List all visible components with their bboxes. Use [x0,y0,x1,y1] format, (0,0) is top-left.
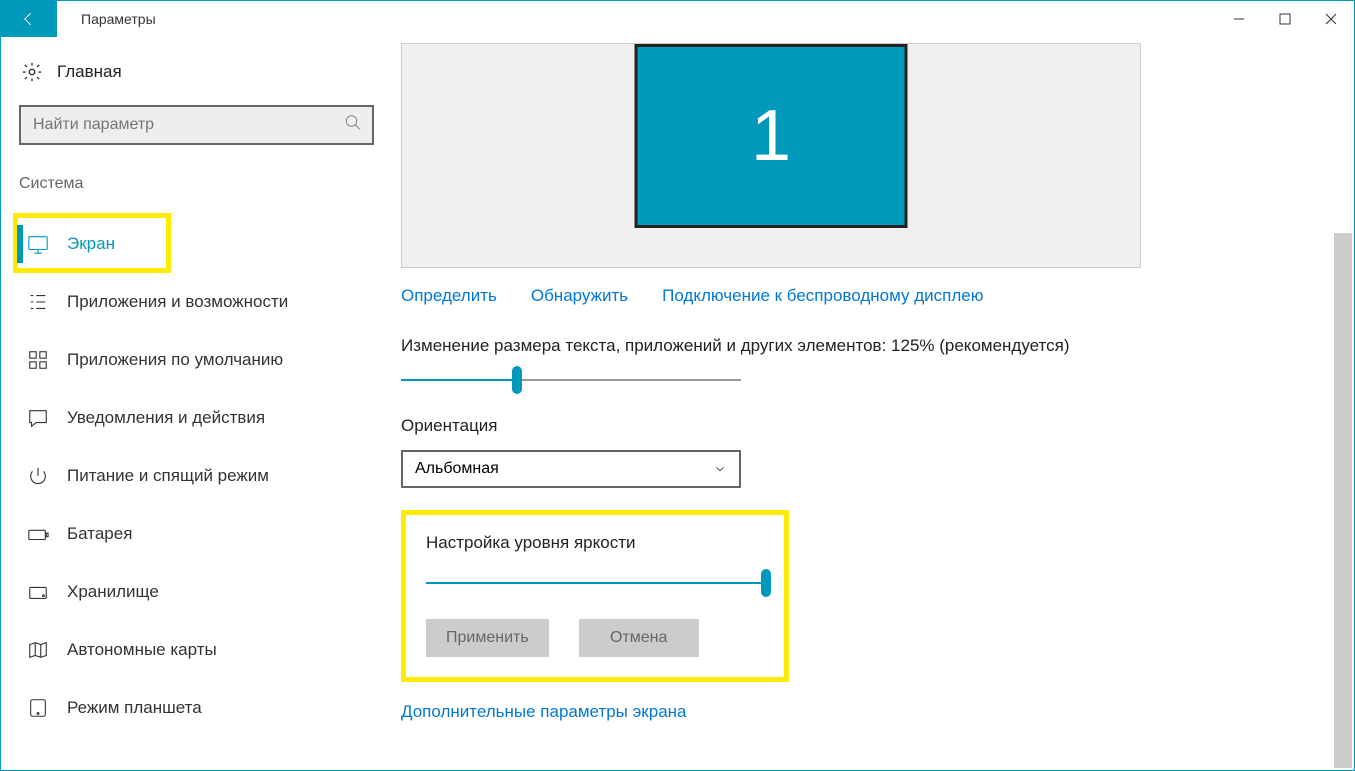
maximize-button[interactable] [1262,1,1308,37]
apply-button[interactable]: Применить [426,619,549,657]
sidebar-item-default-apps[interactable]: Приложения по умолчанию [19,331,383,389]
display-preview: 1 [401,43,1141,268]
sidebar-item-label: Батарея [67,524,132,544]
cancel-button[interactable]: Отмена [579,619,699,657]
scrollbar[interactable] [1334,233,1352,768]
sidebar-item-label: Автономные карты [67,640,217,660]
sidebar-item-label: Приложения по умолчанию [67,350,283,370]
home-label: Главная [57,62,122,82]
monitor-tile[interactable]: 1 [635,44,908,228]
sidebar-item-label: Режим планшета [67,698,202,718]
brightness-slider[interactable] [426,573,766,593]
scale-label: Изменение размера текста, приложений и д… [401,336,1141,356]
home-link[interactable]: Главная [19,61,383,83]
identify-link[interactable]: Определить [401,286,497,306]
orientation-select[interactable]: Альбомная [401,450,741,488]
brightness-highlight: Настройка уровня яркости Применить Отмен… [401,510,789,682]
sidebar-item-label: Питание и спящий режим [67,466,269,486]
sidebar-item-label: Экран [67,234,115,254]
monitor-number: 1 [751,95,791,177]
monitor-icon [27,233,49,255]
search-icon [344,114,362,137]
message-icon [27,407,49,429]
scale-slider[interactable] [401,370,741,390]
orientation-label: Ориентация [401,416,1141,436]
detect-link[interactable]: Обнаружить [531,286,628,306]
storage-icon [27,581,49,603]
chevron-down-icon [713,462,727,476]
window-title: Параметры [81,11,156,27]
search-input[interactable] [19,105,374,145]
orientation-value: Альбомная [415,460,499,478]
power-icon [27,465,49,487]
battery-icon [27,523,49,545]
map-icon [27,639,49,661]
sidebar-item-label: Уведомления и действия [67,408,265,428]
wireless-display-link[interactable]: Подключение к беспроводному дисплею [662,286,983,306]
brightness-label: Настройка уровня яркости [426,533,764,553]
advanced-display-link[interactable]: Дополнительные параметры экрана [401,702,687,721]
sidebar-item-label: Хранилище [67,582,159,602]
sidebar-item-storage[interactable]: Хранилище [19,563,383,621]
sidebar-item-battery[interactable]: Батарея [19,505,383,563]
sidebar-item-power[interactable]: Питание и спящий режим [19,447,383,505]
gear-icon [21,61,43,83]
sidebar-section-title: Система [19,175,383,193]
minimize-button[interactable] [1216,1,1262,37]
sidebar-item-maps[interactable]: Автономные карты [19,621,383,679]
grid-icon [27,349,49,371]
sidebar-item-display[interactable]: Экран [19,215,383,273]
list-icon [27,291,49,313]
back-button[interactable] [1,1,57,37]
sidebar-item-label: Приложения и возможности [67,292,288,312]
close-button[interactable] [1308,1,1354,37]
tablet-icon [27,697,49,719]
sidebar-item-apps[interactable]: Приложения и возможности [19,273,383,331]
sidebar-item-notifications[interactable]: Уведомления и действия [19,389,383,447]
sidebar-item-tablet[interactable]: Режим планшета [19,679,383,737]
